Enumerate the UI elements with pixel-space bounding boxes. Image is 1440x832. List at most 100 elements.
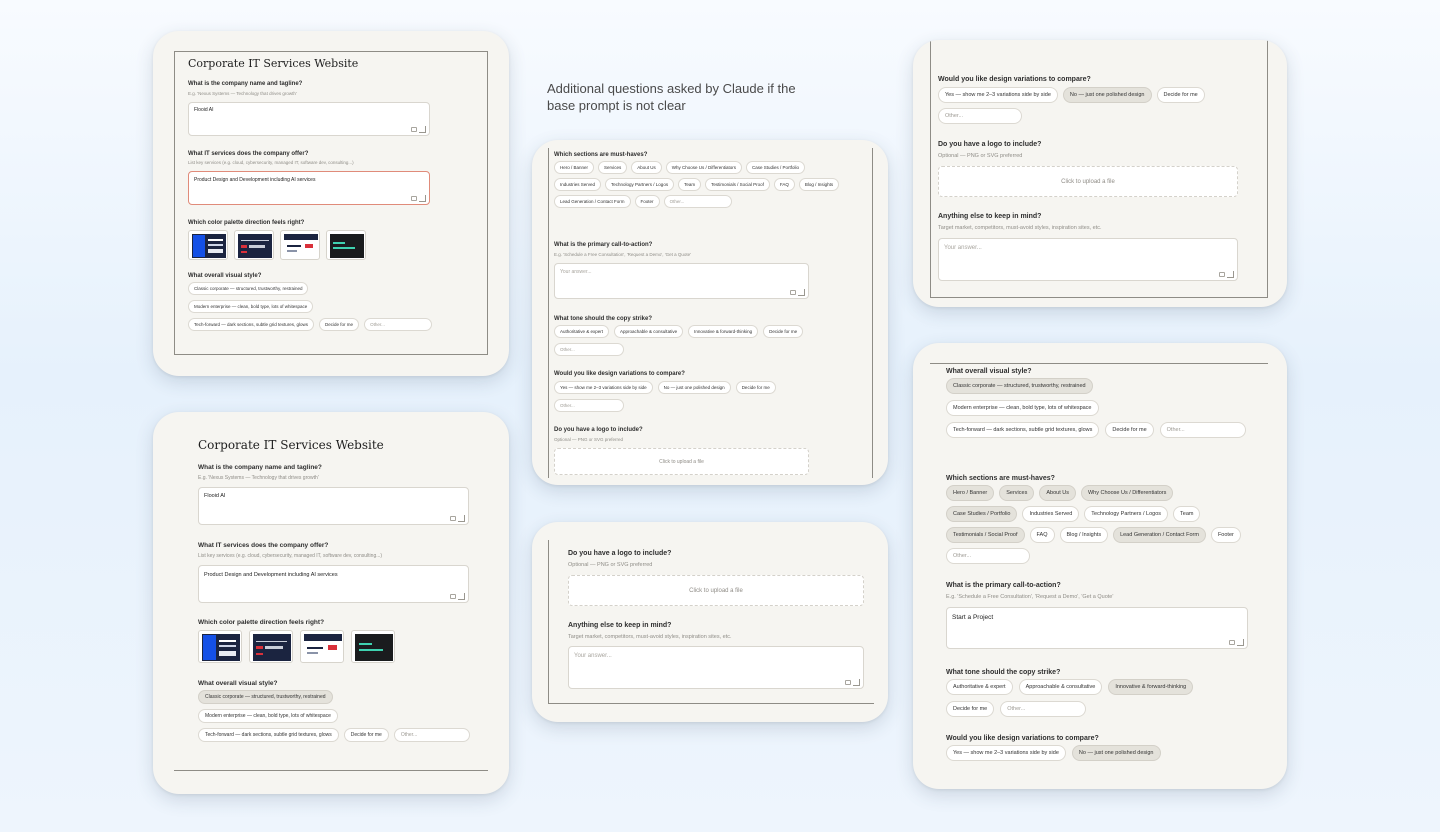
tone-question: What tone should the copy strike? [554,316,653,322]
palette-option-dark-teal[interactable] [326,230,366,260]
variation-option-selected[interactable]: No — just one polished design [1062,87,1152,103]
section-option[interactable]: About Us [631,161,662,174]
variation-option-selected[interactable]: No — just one polished design [1071,745,1161,761]
section-option[interactable]: Industries Served [1022,506,1080,522]
company-input[interactable]: Flooid AI [188,102,430,136]
sections-other-input[interactable]: Other... [946,548,1030,564]
section-option[interactable]: Services [598,161,628,174]
services-input[interactable]: Product Design and Development including… [188,171,430,205]
cta-input[interactable]: Your answer... [554,263,809,299]
services-input[interactable]: Product Design and Development including… [198,565,469,603]
section-option[interactable]: Blog / Insights [1059,527,1109,543]
section-option[interactable]: Hero / Banner [554,161,595,174]
resize-handle[interactable] [458,515,465,522]
form-card-middle-bottom: Do you have a logo to include? Optional … [532,522,888,722]
variation-option[interactable]: Yes — show me 2–3 variations side by sid… [938,87,1058,103]
style-option[interactable]: Modern enterprise — clean, bold type, lo… [188,300,314,313]
variation-option[interactable]: Decide for me [735,381,776,394]
palette-option-navy-red[interactable] [249,630,293,663]
cta-hint: E.g. 'Schedule a Free Consultation', 'Re… [554,252,691,257]
style-option[interactable]: Tech-forward — dark sections, subtle gri… [946,422,1100,438]
form-card-top-right: Would you like design variations to comp… [913,40,1287,307]
section-option[interactable]: Team [1173,506,1201,522]
section-option-selected[interactable]: Lead Generation / Contact Form [1113,527,1206,543]
palette-option-light-red[interactable] [300,630,344,663]
variation-option[interactable]: Decide for me [1156,87,1205,103]
section-option-selected[interactable]: Case Studies / Portfolio [946,506,1018,522]
resize-handle[interactable] [458,593,465,600]
variations-other-input[interactable]: Other... [938,108,1022,124]
section-option[interactable]: Testimonials / Social Proof [705,178,770,191]
palette-option-dark-teal[interactable] [351,630,395,663]
variation-option[interactable]: Yes — show me 2–3 variations side by sid… [554,381,653,394]
section-option[interactable]: Team [678,178,702,191]
palette-option-blue[interactable] [198,630,242,663]
section-option[interactable]: Lead Generation / Contact Form [554,195,631,208]
palette-option-blue[interactable] [188,230,228,260]
section-option[interactable]: Case Studies / Portfolio [746,161,806,174]
style-option-selected[interactable]: Classic corporate — structured, trustwor… [198,690,333,704]
section-option[interactable]: FAQ [1029,527,1055,543]
tone-option[interactable]: Decide for me [946,701,995,717]
tone-option[interactable]: Authoritative & expert [554,325,610,338]
resize-handle[interactable] [798,289,805,296]
palette-option-light-red[interactable] [280,230,320,260]
style-option[interactable]: Decide for me [319,318,360,331]
palette-option-navy-red[interactable] [234,230,274,260]
notes-input[interactable]: Your answer... [568,646,864,689]
logo-upload-zone[interactable]: Click to upload a file [938,166,1238,197]
resize-handle[interactable] [853,679,860,686]
style-option[interactable]: Decide for me [343,728,389,742]
tone-option[interactable]: Decide for me [763,325,804,338]
sections-other-input[interactable]: Other... [663,195,732,208]
resize-handle[interactable] [1237,639,1244,646]
variation-option[interactable]: Yes — show me 2–3 variations side by sid… [946,745,1066,761]
style-other-input[interactable]: Other... [1159,422,1246,438]
tone-option-selected[interactable]: Innovative & forward-thinking [1108,679,1194,695]
company-input[interactable]: Flooid AI [198,487,469,525]
section-option[interactable]: Technology Partners / Logos [605,178,675,191]
style-option[interactable]: Modern enterprise — clean, bold type, lo… [946,400,1099,416]
tone-other-input[interactable]: Other... [554,343,624,356]
style-option[interactable]: Classic corporate — structured, trustwor… [188,282,309,295]
logo-question: Do you have a logo to include? [568,550,672,557]
notes-input[interactable]: Your answer... [938,238,1238,281]
section-option-selected[interactable]: Services [999,485,1035,501]
resize-handle[interactable] [419,195,426,202]
style-other-input[interactable]: Other... [364,318,433,331]
tone-option[interactable]: Authoritative & expert [946,679,1013,695]
section-option[interactable]: Footer [634,195,660,208]
logo-upload-zone[interactable]: Click to upload a file [554,448,809,475]
section-option[interactable]: FAQ [773,178,795,191]
edit-icon [450,594,456,599]
palette-options [188,230,366,260]
variation-option[interactable]: No — just one polished design [657,381,731,394]
tone-option[interactable]: Approachable & consultative [614,325,684,338]
section-option[interactable]: Industries Served [554,178,602,191]
style-option[interactable]: Decide for me [1105,422,1154,438]
style-option-selected[interactable]: Classic corporate — structured, trustwor… [946,378,1093,394]
section-option-selected[interactable]: Hero / Banner [946,485,995,501]
section-option[interactable]: Technology Partners / Logos [1084,506,1169,522]
section-option[interactable]: Why Choose Us / Differentiators [665,161,742,174]
tone-option[interactable]: Innovative & forward-thinking [688,325,759,338]
section-option[interactable]: Blog / Insights [798,178,840,191]
style-option[interactable]: Tech-forward — dark sections, subtle gri… [188,318,315,331]
style-other-input[interactable]: Other... [393,728,470,742]
style-option[interactable]: Modern enterprise — clean, bold type, lo… [198,709,338,723]
logo-question: Do you have a logo to include? [554,427,643,433]
tone-option[interactable]: Approachable & consultative [1018,679,1103,695]
logo-upload-zone[interactable]: Click to upload a file [568,575,864,606]
cta-input-placeholder: Your answer... [560,269,592,275]
section-option[interactable]: Footer [1210,527,1241,543]
section-option-selected[interactable]: Testimonials / Social Proof [946,527,1025,543]
cta-input[interactable]: Start a Project [946,607,1248,649]
style-option[interactable]: Tech-forward — dark sections, subtle gri… [198,728,339,742]
cta-hint: E.g. 'Schedule a Free Consultation', 'Re… [946,594,1114,600]
tone-other-input[interactable]: Other... [1000,701,1087,717]
section-option-selected[interactable]: Why Choose Us / Differentiators [1080,485,1174,501]
resize-handle[interactable] [419,126,426,133]
section-option-selected[interactable]: About Us [1039,485,1076,501]
variations-other-input[interactable]: Other... [554,399,624,412]
resize-handle[interactable] [1227,271,1234,278]
